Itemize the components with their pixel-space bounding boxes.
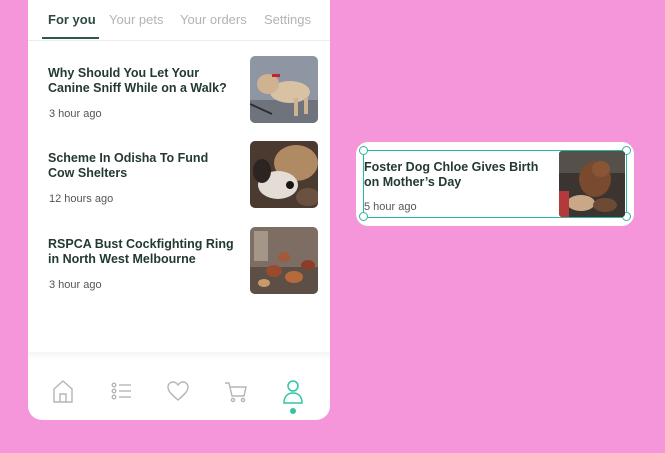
active-nav-indicator bbox=[290, 408, 296, 414]
app-screen: For you Your pets Your orders Settings W… bbox=[28, 0, 330, 420]
tab-your-pets[interactable]: Your pets bbox=[109, 12, 163, 27]
article-item[interactable]: Why Should You Let Your Canine Sniff Whi… bbox=[48, 56, 318, 124]
heart-icon[interactable] bbox=[163, 376, 193, 406]
home-icon[interactable] bbox=[48, 376, 78, 406]
article-thumbnail bbox=[250, 141, 318, 208]
article-title: RSPCA Bust Cockfighting Ring in North We… bbox=[48, 237, 234, 266]
profile-icon[interactable] bbox=[278, 376, 308, 414]
article-time: 12 hours ago bbox=[49, 193, 114, 205]
article-thumbnail bbox=[250, 56, 318, 123]
list-icon[interactable] bbox=[106, 376, 136, 406]
tab-for-you[interactable]: For you bbox=[48, 12, 96, 27]
resize-handle[interactable] bbox=[359, 212, 368, 221]
bottom-nav bbox=[28, 370, 330, 420]
article-title: Why Should You Let Your Canine Sniff Whi… bbox=[48, 66, 227, 95]
active-tab-indicator bbox=[42, 37, 99, 39]
cart-icon[interactable] bbox=[221, 376, 251, 406]
article-thumbnail bbox=[250, 227, 318, 294]
resize-handle[interactable] bbox=[359, 146, 368, 155]
tab-settings[interactable]: Settings bbox=[264, 12, 311, 27]
article-time: 3 hour ago bbox=[49, 279, 102, 291]
tab-your-orders[interactable]: Your orders bbox=[180, 12, 247, 27]
article-title: Foster Dog Chloe Gives Birth on Mother’s… bbox=[364, 160, 539, 189]
article-item[interactable]: Scheme In Odisha To Fund Cow Shelters 12… bbox=[48, 141, 318, 209]
tab-bar: For you Your pets Your orders Settings bbox=[28, 0, 330, 41]
article-title: Scheme In Odisha To Fund Cow Shelters bbox=[48, 151, 209, 180]
article-thumbnail bbox=[559, 151, 625, 217]
bottom-divider bbox=[28, 352, 330, 360]
article-time: 5 hour ago bbox=[364, 201, 417, 213]
article-time: 3 hour ago bbox=[49, 108, 102, 120]
article-item[interactable]: RSPCA Bust Cockfighting Ring in North We… bbox=[48, 227, 318, 295]
dragged-article-card[interactable]: Foster Dog Chloe Gives Birth on Mother’s… bbox=[356, 142, 634, 226]
